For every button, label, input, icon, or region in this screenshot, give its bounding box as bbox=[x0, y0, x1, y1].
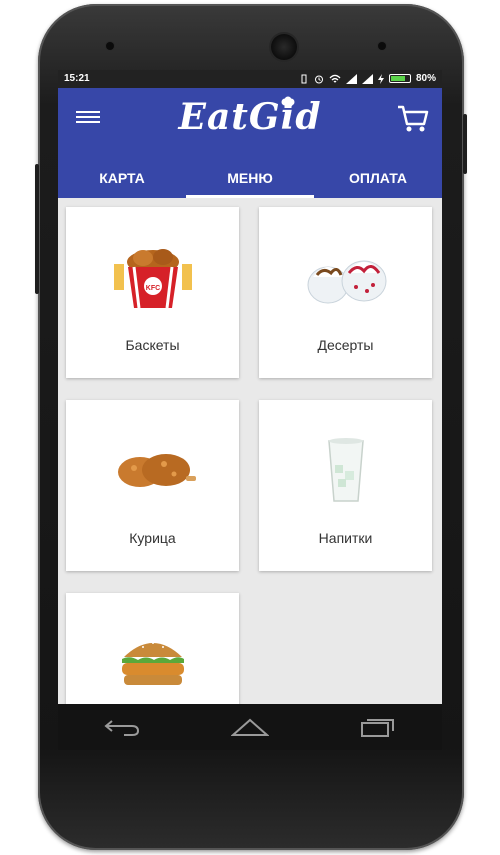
alarm-icon bbox=[314, 75, 323, 83]
menu-card-chicken[interactable]: Курица bbox=[66, 400, 239, 571]
phone-screen: 15:21 80% EatGid КАРТА МЕНЮ ОПЛАТА KFC Б… bbox=[58, 70, 442, 750]
signal-icon-2 bbox=[361, 73, 373, 84]
battery-percent: 80% bbox=[415, 73, 436, 84]
tab-bar: КАРТА МЕНЮ ОПЛАТА bbox=[58, 158, 442, 198]
dessert-icon bbox=[307, 260, 386, 304]
card-label: Напитки bbox=[318, 530, 373, 546]
vibrate-icon bbox=[301, 74, 307, 83]
home-button[interactable] bbox=[230, 712, 270, 742]
back-arrow-icon bbox=[104, 720, 140, 736]
recents-button[interactable] bbox=[358, 712, 398, 742]
home-icon bbox=[231, 718, 269, 736]
system-nav-bar bbox=[58, 704, 442, 750]
cart-icon[interactable] bbox=[396, 104, 430, 134]
tab-map[interactable]: КАРТА bbox=[58, 158, 186, 198]
menu-card-drinks[interactable]: Напитки bbox=[259, 400, 432, 571]
menu-card-baskets[interactable]: KFC Баскеты bbox=[66, 207, 239, 378]
app-logo: EatGid bbox=[178, 96, 322, 138]
charging-icon bbox=[377, 73, 384, 84]
signal-icon bbox=[345, 73, 357, 84]
front-camera-icon bbox=[378, 42, 386, 50]
status-icons: 80% bbox=[299, 73, 436, 84]
back-button[interactable] bbox=[102, 712, 142, 742]
tab-menu[interactable]: МЕНЮ bbox=[186, 158, 314, 198]
recents-icon bbox=[361, 719, 394, 737]
earpiece-speaker bbox=[271, 34, 297, 60]
status-bar: 15:21 80% bbox=[58, 70, 442, 88]
svg-text:KFC: KFC bbox=[145, 285, 159, 292]
tab-payment[interactable]: ОПЛАТА bbox=[314, 158, 442, 198]
status-time: 15:21 bbox=[64, 73, 90, 84]
menu-card-desserts[interactable]: Десерты bbox=[259, 207, 432, 378]
sensor-icon bbox=[106, 42, 114, 50]
bucket-icon: KFC bbox=[113, 249, 192, 309]
volume-button bbox=[35, 164, 39, 294]
power-button bbox=[463, 114, 467, 174]
app-bar: EatGid КАРТА МЕНЮ ОПЛАТА bbox=[58, 88, 442, 198]
chicken-icon bbox=[117, 454, 196, 487]
card-label: Десерты bbox=[317, 337, 374, 353]
drink-icon bbox=[327, 438, 364, 502]
burger-icon bbox=[121, 642, 184, 685]
battery-icon bbox=[388, 74, 411, 83]
chef-hat-icon bbox=[281, 96, 295, 108]
card-label: Курица bbox=[129, 530, 176, 546]
wifi-icon bbox=[329, 74, 341, 82]
card-label: Баскеты bbox=[125, 337, 180, 353]
